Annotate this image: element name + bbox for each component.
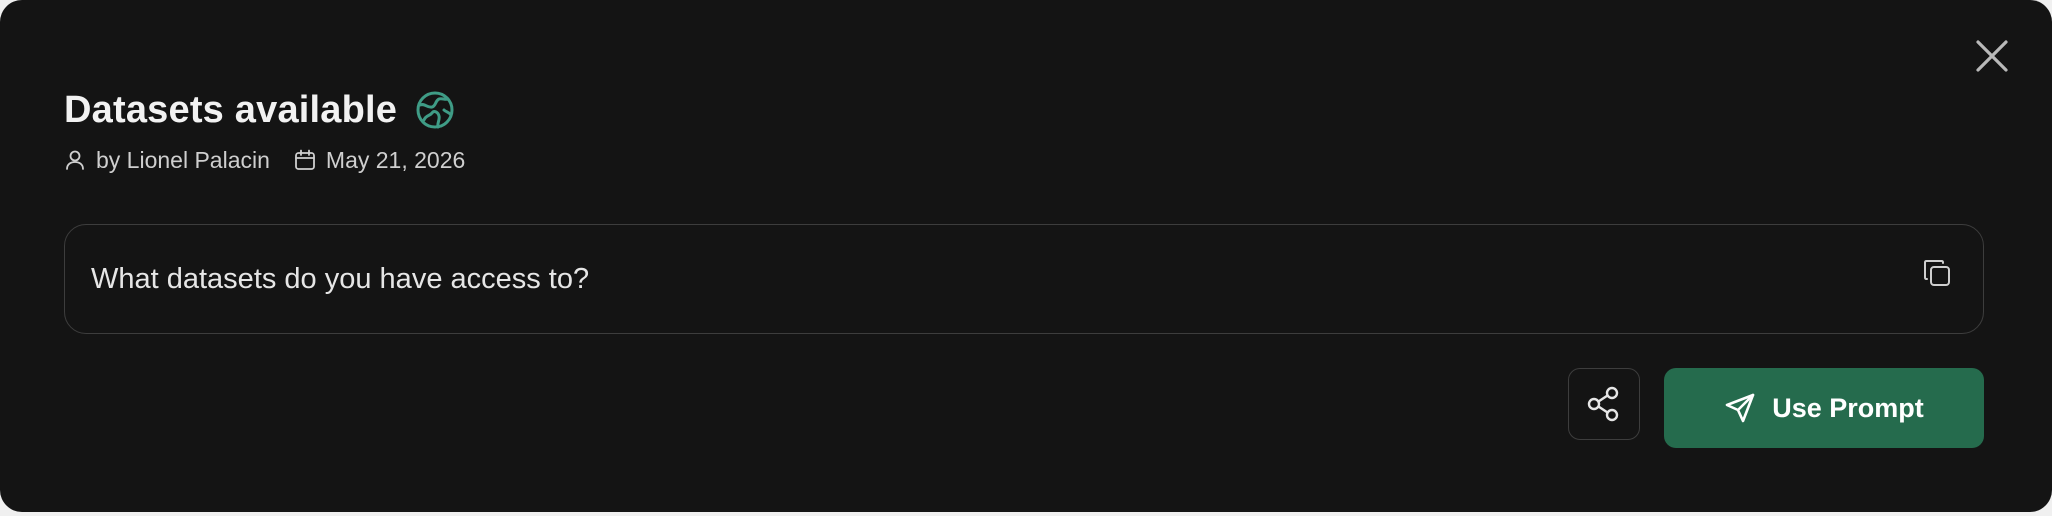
copy-button[interactable] <box>1919 255 1955 291</box>
date-meta: May 21, 2026 <box>294 147 465 174</box>
prompt-text: What datasets do you have access to? <box>91 263 590 295</box>
title-row: Datasets available <box>64 82 455 138</box>
meta-row: by Lionel Palacin May 21, 2026 <box>64 144 465 176</box>
prompt-box: What datasets do you have access to? <box>64 224 1984 334</box>
close-icon <box>1976 40 2008 72</box>
use-prompt-label: Use Prompt <box>1772 392 1924 423</box>
globe-icon <box>415 90 455 130</box>
author-label: by Lionel Palacin <box>96 146 270 173</box>
date-label: May 21, 2026 <box>325 146 466 173</box>
send-icon <box>1725 393 1755 423</box>
share-icon <box>1587 386 1619 422</box>
author-meta: by Lionel Palacin <box>64 147 270 174</box>
use-prompt-button[interactable]: Use Prompt <box>1664 368 1984 448</box>
calendar-icon <box>295 149 315 170</box>
prompt-dialog: Datasets available by Lionel Palacin May… <box>0 0 2052 512</box>
copy-icon <box>1924 260 1950 286</box>
share-button[interactable] <box>1568 368 1640 440</box>
dialog-title: Datasets available <box>64 88 398 131</box>
user-icon <box>66 150 84 170</box>
close-button[interactable] <box>1972 36 2012 76</box>
